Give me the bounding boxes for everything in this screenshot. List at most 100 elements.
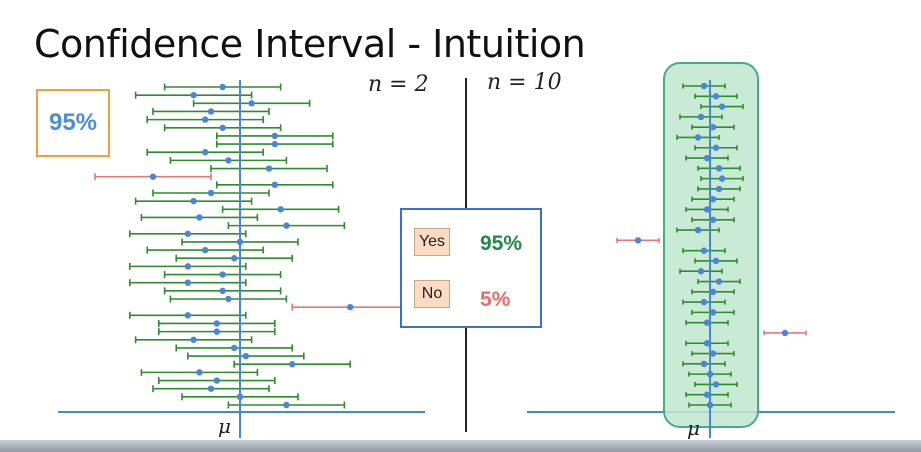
confidence-interval (129, 311, 247, 319)
no-percentage: 5% (480, 288, 511, 311)
confidence-interval (192, 99, 311, 107)
yes-tag: Yes (414, 228, 450, 256)
confidence-interval (158, 377, 276, 385)
sample-mean-point (190, 336, 197, 343)
confidence-interval (163, 124, 282, 132)
confidence-interval (152, 189, 270, 197)
confidence-interval (187, 352, 305, 360)
sample-mean-point (694, 134, 702, 141)
sample-mean-point (700, 298, 708, 306)
sample-mean-point (219, 83, 226, 91)
confidence-interval (163, 287, 282, 295)
sample-mean-point (149, 173, 157, 180)
confidence-interval (616, 237, 660, 244)
legend-box: Yes 95% No 5% (400, 208, 542, 328)
sample-mean-point (718, 175, 726, 182)
sample-mean-point (190, 91, 197, 99)
right-mu-label: μ (687, 416, 700, 440)
sample-mean-point (213, 328, 220, 335)
confidence-interval (210, 165, 328, 173)
sample-mean-point (231, 344, 238, 352)
sample-mean-point (712, 257, 720, 265)
left-mu-label: μ (218, 414, 231, 438)
confidence-interval (134, 91, 253, 99)
sample-mean-point (634, 237, 642, 244)
confidence-interval (134, 336, 253, 344)
confidence-interval (163, 271, 282, 279)
sample-mean-point (283, 222, 290, 229)
sample-mean-point (184, 230, 191, 237)
sample-mean-point (712, 93, 720, 100)
confidence-interval (152, 107, 270, 115)
sample-mean-point (700, 82, 708, 90)
confidence-interval (146, 148, 265, 156)
sample-mean-point (248, 100, 255, 107)
sample-mean-point (712, 381, 720, 388)
left-n-label: n = 2 (368, 72, 429, 97)
sample-mean-point (715, 185, 723, 193)
sample-mean-point (207, 108, 215, 115)
left-intervals (94, 83, 410, 409)
sample-mean-point (202, 246, 209, 254)
confidence-interval (763, 329, 807, 337)
sample-mean-point (700, 360, 708, 368)
confidence-interval (129, 262, 247, 270)
sample-mean-point (347, 303, 354, 311)
right-n-label: n = 10 (487, 70, 562, 95)
sample-mean-point (207, 189, 215, 197)
sample-mean-point (283, 401, 290, 409)
confidence-interval (169, 295, 288, 303)
sample-mean-point (202, 149, 209, 156)
confidence-interval (163, 83, 282, 91)
yes-percentage: 95% (480, 232, 523, 255)
sample-mean-point (289, 361, 296, 368)
sample-mean-point (718, 103, 726, 110)
sample-mean-point (225, 157, 232, 164)
no-tag: No (414, 280, 450, 308)
confidence-interval (129, 230, 247, 238)
sample-mean-point (697, 113, 705, 121)
sample-mean-point (697, 268, 705, 275)
confidence-interval (291, 303, 410, 311)
sample-mean-point (242, 352, 249, 360)
sample-mean-point (196, 369, 203, 376)
sample-mean-point (271, 132, 278, 140)
confidence-interval (158, 319, 276, 327)
confidence-interval (146, 116, 265, 124)
confidence-interval (94, 173, 212, 181)
sample-mean-point (271, 140, 278, 148)
sample-mean-point (184, 279, 191, 286)
sample-mean-point (196, 214, 203, 221)
sample-mean-point (213, 320, 220, 327)
sample-mean-point (219, 287, 226, 295)
sample-mean-point (694, 226, 702, 234)
confidence-interval (129, 279, 247, 287)
sample-mean-point (781, 329, 789, 337)
sample-mean-point (715, 278, 723, 285)
sample-mean-point (184, 312, 191, 319)
sample-mean-point (219, 271, 226, 278)
confidence-interval (227, 222, 346, 230)
sample-mean-point (712, 144, 720, 151)
confidence-interval (146, 246, 265, 254)
sample-mean-point (700, 247, 708, 254)
confidence-interval (233, 360, 352, 368)
sample-mean-point (715, 165, 723, 172)
sample-mean-point (190, 197, 197, 205)
sample-mean-point (271, 181, 278, 189)
confidence-interval (158, 328, 276, 336)
sample-mean-point (225, 295, 232, 303)
confidence-interval (216, 132, 334, 140)
confidence-interval (227, 401, 346, 409)
sample-mean-point (213, 377, 220, 384)
sample-mean-point (202, 116, 209, 123)
confidence-interval (175, 344, 294, 352)
sample-mean-point (231, 255, 238, 262)
sample-mean-point (207, 385, 215, 392)
confidence-interval (216, 181, 334, 189)
sample-mean-point (184, 263, 191, 270)
confidence-interval (175, 254, 294, 262)
sample-mean-point (277, 206, 284, 213)
sample-mean-point (265, 165, 273, 172)
bottom-bar (0, 440, 921, 452)
